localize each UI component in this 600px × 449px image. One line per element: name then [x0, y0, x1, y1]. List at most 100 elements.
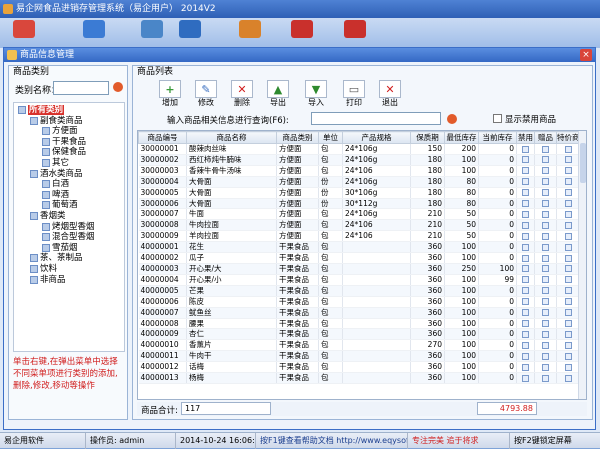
row-checkbox[interactable]	[522, 276, 529, 284]
toolbar-button-4[interactable]	[230, 20, 270, 46]
table-row[interactable]: 30000001 酸辣肉丝味 方便面包 24*106g 150 200 0	[138, 143, 581, 155]
tree-node[interactable]: 酒水类商品	[30, 169, 83, 179]
delete-button[interactable]: ✕ 删除	[227, 80, 257, 108]
row-checkbox[interactable]	[522, 265, 529, 273]
row-checkbox[interactable]	[542, 352, 549, 360]
table-row[interactable]: 40000008 腰果 干果食品包 360 100 0	[138, 318, 581, 330]
row-checkbox[interactable]	[565, 330, 572, 338]
table-row[interactable]: 40000011 牛肉干 干果食品包 360 100 0	[138, 350, 581, 363]
row-checkbox[interactable]	[542, 232, 549, 240]
row-checkbox[interactable]	[542, 341, 549, 349]
row-checkbox[interactable]	[565, 320, 572, 327]
row-checkbox[interactable]	[565, 178, 572, 186]
column-header[interactable]: 商品编号	[138, 131, 187, 144]
table-row[interactable]: 30000003 香辣牛骨牛汤味 方便面包 24*106 180 100 0	[138, 165, 581, 177]
row-checkbox[interactable]	[542, 167, 549, 175]
tree-node[interactable]: 雪茄烟	[42, 243, 78, 253]
row-checkbox[interactable]	[522, 309, 529, 317]
row-checkbox[interactable]	[542, 287, 549, 295]
row-checkbox[interactable]	[565, 309, 572, 317]
table-row[interactable]: 40000009 杏仁 干果食品包 360 100 0	[138, 328, 581, 341]
add-button[interactable]: + 增加	[155, 80, 185, 108]
row-checkbox[interactable]	[565, 156, 572, 164]
column-header[interactable]: 最低库存	[444, 131, 479, 144]
row-checkbox[interactable]	[522, 189, 529, 197]
toolbar-button-5[interactable]	[282, 20, 322, 46]
row-checkbox[interactable]	[565, 210, 572, 218]
row-checkbox[interactable]	[522, 374, 529, 382]
row-checkbox[interactable]	[542, 265, 549, 273]
row-checkbox[interactable]	[565, 363, 572, 371]
row-checkbox[interactable]	[542, 200, 549, 208]
query-input[interactable]	[311, 112, 441, 125]
table-row[interactable]: 40000004 开心果/小 干果食品包 360 100 99	[138, 274, 581, 286]
row-checkbox[interactable]	[565, 189, 572, 197]
row-checkbox[interactable]	[522, 341, 529, 349]
query-search-icon[interactable]	[447, 114, 457, 124]
column-header[interactable]: 禁用	[516, 131, 535, 144]
show-disabled-checkbox[interactable]	[493, 114, 502, 123]
tree-node[interactable]: 茶、茶制品	[30, 253, 83, 263]
row-checkbox[interactable]	[565, 276, 572, 284]
tree-node[interactable]: 保健食品	[42, 147, 86, 157]
row-checkbox[interactable]	[565, 265, 572, 273]
table-row[interactable]: 40000012 话梅 干果食品包 360 100 0	[138, 361, 581, 374]
column-header[interactable]: 商品类别	[276, 131, 319, 144]
table-row[interactable]: 40000005 芒果 干果食品包 360 100 0	[138, 285, 581, 297]
row-checkbox[interactable]	[522, 287, 529, 295]
row-checkbox[interactable]	[542, 243, 549, 251]
row-checkbox[interactable]	[522, 221, 529, 229]
row-checkbox[interactable]	[565, 200, 572, 208]
tree-node[interactable]: 方便面	[42, 126, 78, 136]
tree-node[interactable]: 白酒	[42, 179, 69, 189]
row-checkbox[interactable]	[565, 221, 572, 229]
row-checkbox[interactable]	[542, 210, 549, 218]
column-header[interactable]: 产品规格	[342, 131, 411, 144]
row-checkbox[interactable]	[522, 210, 529, 218]
row-checkbox[interactable]	[565, 232, 572, 240]
tree-node[interactable]: 副食类商品	[30, 116, 83, 126]
tree-node[interactable]: 烤烟型香烟	[42, 222, 95, 232]
table-row[interactable]: 30000006 大骨面 方便面份 30*112g 180 80 0	[138, 198, 581, 210]
category-tree[interactable]: 所有类别 副食类商品 方便面 干果食品 保健食品 其它 酒水类商品 白酒 啤酒 葡萄酒 香烟类 烤烟型…	[13, 102, 125, 352]
import-button[interactable]: ▼ 导入	[301, 80, 331, 108]
exit-button[interactable]: ✕ 退出	[375, 80, 405, 108]
column-header[interactable]: 当前库存	[478, 131, 517, 144]
window-close-button[interactable]: ×	[580, 49, 592, 61]
edit-button[interactable]: ✎ 修改	[191, 80, 221, 108]
tree-node[interactable]: 饮料	[30, 264, 57, 274]
row-checkbox[interactable]	[522, 363, 529, 371]
column-header[interactable]: 保质期	[410, 131, 445, 144]
row-checkbox[interactable]	[522, 232, 529, 240]
row-checkbox[interactable]	[565, 254, 572, 262]
row-checkbox[interactable]	[542, 298, 549, 306]
print-button[interactable]: ▭ 打印	[339, 80, 369, 108]
row-checkbox[interactable]	[565, 341, 572, 349]
row-checkbox[interactable]	[565, 298, 572, 306]
table-row[interactable]: 30000002 西红柿炖牛腩味 方便面包 24*106g 180 100 0	[138, 154, 581, 166]
toolbar-button-3[interactable]	[170, 20, 210, 46]
row-checkbox[interactable]	[522, 320, 529, 327]
row-checkbox[interactable]	[522, 145, 529, 153]
toolbar-button-0[interactable]	[4, 20, 44, 46]
row-checkbox[interactable]	[522, 200, 529, 208]
row-checkbox[interactable]	[565, 145, 572, 153]
tree-node[interactable]: 非商品	[30, 275, 66, 285]
table-row[interactable]: 30000007 牛面 方便面包 24*106g 210 50 0	[138, 208, 581, 221]
table-row[interactable]: 40000013 杨梅 干果食品包 360 100 0	[138, 372, 581, 384]
row-checkbox[interactable]	[542, 276, 549, 284]
table-row[interactable]: 40000003 开心果/大 干果食品包 360 250 100	[138, 263, 581, 275]
category-search-icon[interactable]	[113, 82, 123, 92]
row-checkbox[interactable]	[542, 309, 549, 317]
column-header[interactable]: 单位	[318, 131, 343, 144]
status-help-link[interactable]: 按F1键查看帮助文档 http://www.eqysoft.cn/	[256, 433, 408, 449]
table-row[interactable]: 40000010 香薰片 干果食品包 270 100 0	[138, 339, 581, 352]
row-checkbox[interactable]	[542, 363, 549, 371]
column-header[interactable]: 商品名称	[186, 131, 277, 144]
row-checkbox[interactable]	[542, 254, 549, 262]
table-row[interactable]: 30000004 大骨面 方便面份 24*106g 180 80 0	[138, 176, 581, 188]
toolbar-button-1[interactable]	[74, 20, 114, 46]
table-row[interactable]: 30000008 牛肉拉面 方便面包 24*106 210 50 0	[138, 219, 581, 232]
scrollbar-thumb[interactable]	[580, 143, 586, 183]
table-row[interactable]: 40000006 陈皮 干果食品包 360 100 0	[138, 296, 581, 308]
